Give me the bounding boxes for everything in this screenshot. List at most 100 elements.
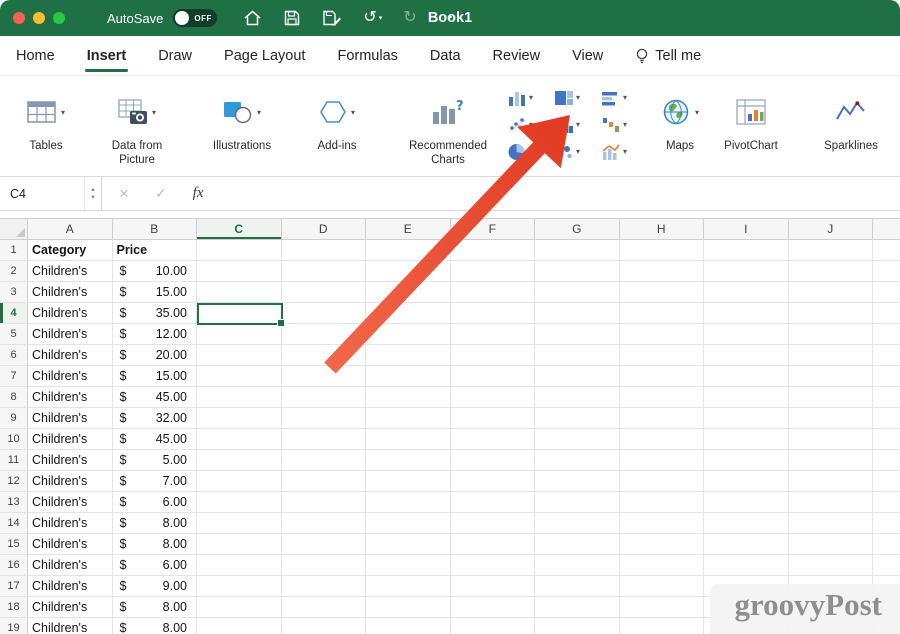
- cell-H11[interactable]: [620, 450, 705, 471]
- home-icon[interactable]: [243, 9, 262, 27]
- cell-C5[interactable]: [197, 324, 282, 345]
- cell-A12[interactable]: Children's: [28, 471, 113, 492]
- cell-C17[interactable]: [197, 576, 282, 597]
- cell-J16[interactable]: [789, 555, 874, 576]
- cell-F4[interactable]: [451, 303, 536, 324]
- cell-F12[interactable]: [451, 471, 536, 492]
- cell-I4[interactable]: [704, 303, 789, 324]
- cell-B15[interactable]: $8.00: [113, 534, 198, 555]
- cell-F5[interactable]: [451, 324, 536, 345]
- tab-review[interactable]: Review: [493, 36, 541, 75]
- cell-A14[interactable]: Children's: [28, 513, 113, 534]
- row-header-14[interactable]: 14: [0, 513, 28, 534]
- cell-F16[interactable]: [451, 555, 536, 576]
- cell-H1[interactable]: [620, 240, 705, 261]
- cell-C16[interactable]: [197, 555, 282, 576]
- cell-G9[interactable]: [535, 408, 620, 429]
- row-header-3[interactable]: 3: [0, 282, 28, 303]
- cell-C9[interactable]: [197, 408, 282, 429]
- name-box-stepper[interactable]: ▲▼: [84, 177, 101, 210]
- cell-J10[interactable]: [789, 429, 874, 450]
- row-header-7[interactable]: 7: [0, 366, 28, 387]
- cell-D14[interactable]: [282, 513, 367, 534]
- cell-H12[interactable]: [620, 471, 705, 492]
- cell-A5[interactable]: Children's: [28, 324, 113, 345]
- cell-J8[interactable]: [789, 387, 874, 408]
- cell-E15[interactable]: [366, 534, 451, 555]
- cell-G17[interactable]: [535, 576, 620, 597]
- cell-F2[interactable]: [451, 261, 536, 282]
- cell-J1[interactable]: [789, 240, 874, 261]
- cell-G8[interactable]: [535, 387, 620, 408]
- maps-button[interactable]: ▾ Maps: [652, 86, 708, 154]
- cell-C6[interactable]: [197, 345, 282, 366]
- insert-function-icon[interactable]: fx: [180, 185, 217, 202]
- cell-D6[interactable]: [282, 345, 367, 366]
- cell-B2[interactable]: $10.00: [113, 261, 198, 282]
- cell-C15[interactable]: [197, 534, 282, 555]
- cell-D7[interactable]: [282, 366, 367, 387]
- cell-B19[interactable]: $8.00: [113, 618, 198, 634]
- row-header-1[interactable]: 1: [0, 240, 28, 261]
- cell-I3[interactable]: [704, 282, 789, 303]
- cell-H4[interactable]: [620, 303, 705, 324]
- cell-D10[interactable]: [282, 429, 367, 450]
- cell-D18[interactable]: [282, 597, 367, 618]
- cell-E13[interactable]: [366, 492, 451, 513]
- cell-H8[interactable]: [620, 387, 705, 408]
- cell-H15[interactable]: [620, 534, 705, 555]
- cell-A2[interactable]: Children's: [28, 261, 113, 282]
- cell-C3[interactable]: [197, 282, 282, 303]
- cell-C7[interactable]: [197, 366, 282, 387]
- cell-E9[interactable]: [366, 408, 451, 429]
- cell-F17[interactable]: [451, 576, 536, 597]
- hierarchy-chart-button[interactable]: ▾: [552, 84, 599, 111]
- column-header-e[interactable]: E: [366, 219, 451, 239]
- cell-F15[interactable]: [451, 534, 536, 555]
- cell-D2[interactable]: [282, 261, 367, 282]
- row-header-9[interactable]: 9: [0, 408, 28, 429]
- sparklines-button[interactable]: Sparklines: [812, 86, 890, 154]
- zoom-button[interactable]: [53, 12, 65, 24]
- cell-A13[interactable]: Children's: [28, 492, 113, 513]
- cell-H2[interactable]: [620, 261, 705, 282]
- cell-G18[interactable]: [535, 597, 620, 618]
- row-header-2[interactable]: 2: [0, 261, 28, 282]
- cell-D15[interactable]: [282, 534, 367, 555]
- cell-G11[interactable]: [535, 450, 620, 471]
- cell-J7[interactable]: [789, 366, 874, 387]
- cell-D5[interactable]: [282, 324, 367, 345]
- cell-I7[interactable]: [704, 366, 789, 387]
- cell-H13[interactable]: [620, 492, 705, 513]
- cell-B12[interactable]: $7.00: [113, 471, 198, 492]
- cell-E19[interactable]: [366, 618, 451, 634]
- tab-page-layout[interactable]: Page Layout: [224, 36, 305, 75]
- cell-B9[interactable]: $32.00: [113, 408, 198, 429]
- cell-H3[interactable]: [620, 282, 705, 303]
- cell-J12[interactable]: [789, 471, 874, 492]
- cell-G14[interactable]: [535, 513, 620, 534]
- cell-B6[interactable]: $20.00: [113, 345, 198, 366]
- save-icon[interactable]: [283, 9, 301, 27]
- cell-A10[interactable]: Children's: [28, 429, 113, 450]
- cell-D9[interactable]: [282, 408, 367, 429]
- cell-C19[interactable]: [197, 618, 282, 634]
- cell-B16[interactable]: $6.00: [113, 555, 198, 576]
- cell-I11[interactable]: [704, 450, 789, 471]
- cell-C2[interactable]: [197, 261, 282, 282]
- cell-B18[interactable]: $8.00: [113, 597, 198, 618]
- autosave-toggle[interactable]: OFF: [173, 9, 217, 27]
- cell-C12[interactable]: [197, 471, 282, 492]
- minimize-button[interactable]: [33, 12, 45, 24]
- cell-D11[interactable]: [282, 450, 367, 471]
- cell-A1[interactable]: Category: [28, 240, 113, 261]
- cell-F6[interactable]: [451, 345, 536, 366]
- select-all-corner[interactable]: [0, 219, 28, 239]
- combo-chart-button[interactable]: ▾: [599, 138, 646, 165]
- tab-data[interactable]: Data: [430, 36, 461, 75]
- cell-F8[interactable]: [451, 387, 536, 408]
- tab-draw[interactable]: Draw: [158, 36, 192, 75]
- recommended-charts-button[interactable]: ? Recommended Charts: [396, 86, 500, 167]
- cell-D3[interactable]: [282, 282, 367, 303]
- column-header-j[interactable]: J: [789, 219, 874, 239]
